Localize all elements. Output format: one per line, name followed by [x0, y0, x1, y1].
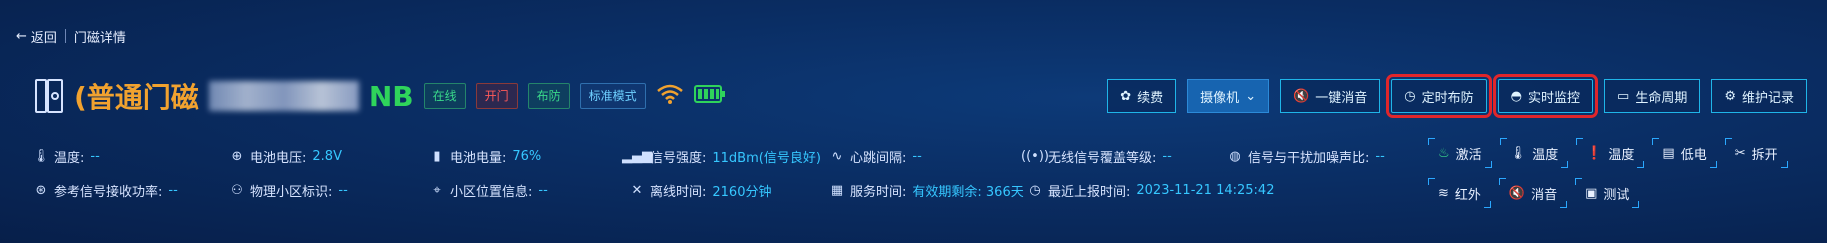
- offline-icon: ✕: [631, 183, 643, 198]
- mute-all-button[interactable]: 🔇 一键消音: [1280, 79, 1381, 113]
- signal-bars-icon: ▂▄▆: [622, 149, 652, 164]
- info-heartbeat: ∿ 心跳间隔: --: [831, 149, 922, 166]
- camera-label: 摄像机: [1200, 90, 1240, 106]
- back-label: 返回: [30, 30, 57, 46]
- device-name: (普通门磁: [74, 81, 199, 114]
- status-badge-armed: 布防: [527, 83, 570, 109]
- separator: [64, 29, 66, 43]
- battery-level-icon: ▮: [433, 149, 441, 164]
- status-badge-open: 开门: [475, 83, 518, 109]
- thermometer-icon: 🌡: [1509, 145, 1527, 161]
- info-battery-voltage: ⊕ 电池电压: 2.8V: [231, 149, 342, 166]
- live-monitor-button[interactable]: ◓ 实时监控: [1492, 74, 1599, 118]
- sensor-panel: ♨ 激活 🌡 温度 ❗ 温度 ▤ 低电 ✂ 拆开 ≋ 红外 🔇 消音 ▣ 测试: [1428, 138, 1808, 218]
- sensor-test[interactable]: ▣ 测试: [1575, 178, 1640, 208]
- device-name-suffix: NB: [368, 79, 414, 113]
- infrared-icon: ≋: [1438, 185, 1449, 201]
- location-pin-icon: ⌖: [433, 183, 441, 198]
- info-row-2: ⊛ 参考信号接收功率: -- ⚇ 物理小区标识: -- ⌖ 小区位置信息: --…: [34, 181, 1275, 200]
- calendar-icon: ▦: [830, 183, 844, 198]
- info-row-1: 🌡 温度: -- ⊕ 电池电压: 2.8V ▮ 电池电量: 76% ▂▄▆ 信号…: [32, 147, 1385, 166]
- sensor-temperature-alert[interactable]: ❗ 温度: [1576, 138, 1645, 168]
- battery-voltage-icon: ⊕: [231, 149, 243, 164]
- chevron-down-icon: ⌄: [1245, 88, 1257, 104]
- schedule-arm-button[interactable]: ◷ 定时布防: [1386, 74, 1492, 118]
- wifi-icon: [656, 83, 684, 109]
- pulse-icon: ⊛: [35, 183, 47, 198]
- thermometer-icon: 🌡: [32, 149, 50, 164]
- tamper-icon: ✂: [1734, 145, 1746, 161]
- settings-icon: ⚙: [1724, 88, 1736, 104]
- info-temperature: 🌡 温度: --: [32, 149, 100, 166]
- mute-icon: 🔇: [1508, 185, 1526, 201]
- lamp-icon: ♨: [1438, 145, 1450, 161]
- renew-label: 续费: [1137, 90, 1164, 106]
- alert-icon: ❗: [1586, 145, 1603, 161]
- topbar: ← 返回 门磁详情: [16, 25, 126, 47]
- schedule-arm-label: 定时布防: [1421, 90, 1474, 106]
- gear-icon: ✿: [1120, 88, 1132, 104]
- info-service-time: ▦ 服务时间: 有效期剩余: 366天: [830, 183, 1024, 200]
- sensor-row-2: ≋ 红外 🔇 消音 ▣ 测试: [1428, 178, 1808, 208]
- mute-all-label: 一键消音: [1315, 90, 1368, 106]
- redacted-device-name: [208, 81, 359, 111]
- monitor-icon: ◓: [1510, 88, 1522, 104]
- sensor-tamper[interactable]: ✂ 拆开: [1724, 138, 1788, 168]
- clock-icon: ◷: [1404, 88, 1416, 104]
- noise-icon: ◍: [1229, 149, 1241, 164]
- camera-dropdown[interactable]: 摄像机 ⌄: [1187, 79, 1270, 113]
- sensor-activate[interactable]: ♨ 激活: [1428, 138, 1492, 168]
- maintenance-log-label: 维护记录: [1741, 90, 1794, 106]
- maintenance-log-button[interactable]: ⚙ 维护记录: [1711, 79, 1807, 113]
- test-chart-icon: ▣: [1585, 185, 1598, 201]
- arrow-left-icon: ←: [16, 28, 27, 44]
- sensor-mute[interactable]: 🔇 消音: [1498, 178, 1568, 208]
- low-battery-icon: ▤: [1662, 145, 1675, 161]
- info-last-report: ◷ 最近上报时间: 2023-11-21 14:25:42: [1029, 183, 1275, 200]
- lifecycle-label: 生命周期: [1635, 90, 1688, 106]
- mute-icon: 🔇: [1293, 88, 1310, 104]
- info-sinr: ◍ 信号与干扰加噪声比: --: [1229, 149, 1385, 166]
- sensor-infrared[interactable]: ≋ 红外: [1428, 178, 1491, 208]
- heartbeat-icon: ∿: [831, 149, 843, 164]
- clock-icon: ◷: [1029, 183, 1041, 198]
- sensor-row-1: ♨ 激活 🌡 温度 ❗ 温度 ▤ 低电 ✂ 拆开: [1428, 138, 1808, 168]
- info-rsrp: ⊛ 参考信号接收功率: --: [35, 183, 178, 200]
- info-cell-location: ⌖ 小区位置信息: --: [430, 181, 630, 200]
- card-icon: ▭: [1617, 88, 1630, 104]
- info-battery-level: ▮ 电池电量: 76%: [430, 147, 630, 166]
- device-header: (普通门磁 NB 在线 开门 布防 标准模式: [34, 76, 726, 116]
- info-signal-strength: ▂▄▆ 信号强度: 11dBm(信号良好): [622, 149, 821, 166]
- battery-icon: [693, 85, 726, 107]
- lifecycle-button[interactable]: ▭ 生命周期: [1604, 79, 1701, 113]
- wireless-icon: ((•)): [1021, 149, 1049, 164]
- status-badge-online: 在线: [423, 83, 466, 109]
- info-offline-time: ✕ 离线时间: 2160分钟: [631, 183, 772, 200]
- action-toolbar: ✿ 续费 摄像机 ⌄ 🔇 一键消音 ◷ 定时布防 ◓ 实时监控 ▭ 生命周期 ⚙…: [1107, 74, 1807, 118]
- info-pci: ⚇ 物理小区标识: --: [231, 183, 348, 200]
- status-badge-mode: 标准模式: [579, 83, 646, 109]
- renew-button[interactable]: ✿ 续费: [1107, 79, 1177, 113]
- cell-id-icon: ⚇: [231, 183, 243, 198]
- page-title: 门磁详情: [73, 30, 126, 46]
- door-sensor-icon: [34, 78, 64, 114]
- info-coverage-level: ((•)) 无线信号覆盖等级: --: [1021, 149, 1172, 166]
- sensor-temperature[interactable]: 🌡 温度: [1499, 138, 1569, 168]
- sensor-low-battery[interactable]: ▤ 低电: [1652, 138, 1718, 168]
- live-monitor-label: 实时监控: [1528, 90, 1581, 106]
- back-button[interactable]: ← 返回: [16, 27, 57, 46]
